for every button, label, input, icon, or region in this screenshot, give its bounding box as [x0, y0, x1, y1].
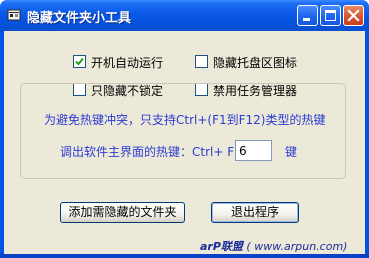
auto-start-label: 开机自动运行 [91, 56, 164, 70]
hotkey-hint: 为避免热键冲突，只支持Ctrl+(F1到F12)类型的热键 [44, 113, 326, 127]
add-hidden-folder-button[interactable]: 添加需隐藏的文件夹 [60, 202, 185, 223]
title-bar[interactable]: 隐藏文件夹小工具 [0, 0, 369, 31]
hotkey-input[interactable] [235, 140, 272, 161]
close-icon [347, 9, 360, 22]
checkbox-box[interactable] [73, 55, 86, 68]
maximize-button[interactable] [320, 5, 341, 26]
checkmark-icon [75, 57, 84, 66]
close-button[interactable] [343, 5, 364, 26]
window-title: 隐藏文件夹小工具 [27, 11, 132, 26]
app-icon [7, 9, 21, 21]
minimize-icon [303, 18, 310, 21]
maximize-icon [325, 10, 336, 21]
footer-url: ( www.arpun.com) [246, 240, 348, 253]
hide-tray-icon-label: 隐藏托盘区图标 [213, 56, 298, 70]
app-window: 隐藏文件夹小工具 开机自动运行 隐藏托盘区图标 只隐藏不锁定 禁用任务管理器 为… [0, 0, 369, 258]
footer-credit[interactable]: arP联盟 ( www.arpun.com) [200, 238, 347, 254]
window-bottom-border [0, 254, 369, 258]
minimize-button[interactable] [297, 5, 318, 26]
hotkey-label: 调出软件主界面的热键：Ctrl+ F [60, 145, 235, 159]
hotkey-group [20, 83, 346, 179]
hotkey-suffix: 键 [285, 145, 298, 159]
checkbox-box[interactable] [195, 55, 208, 68]
exit-button[interactable]: 退出程序 [211, 202, 299, 223]
footer-brand: arP联盟 [200, 240, 243, 253]
